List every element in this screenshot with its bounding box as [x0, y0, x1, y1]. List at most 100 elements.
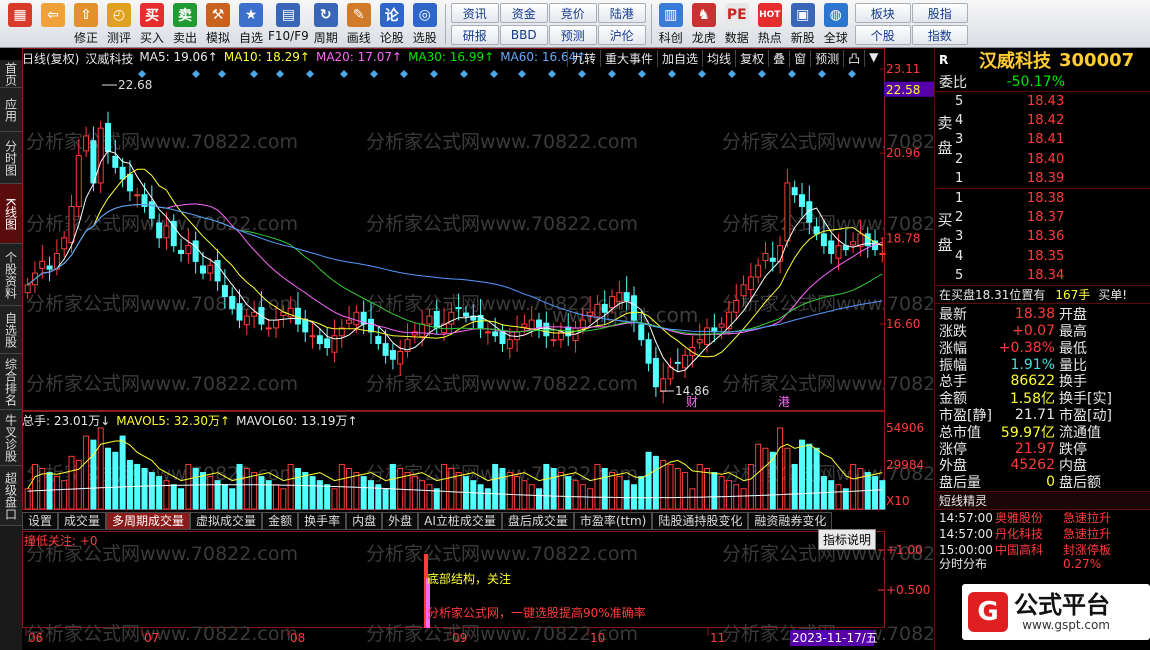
- side-tab-0[interactable]: 首页: [0, 60, 22, 88]
- event-diamond-icon[interactable]: [668, 70, 676, 78]
- toolbar-button-12[interactable]: ◎ 选股: [409, 0, 441, 47]
- short-line-item[interactable]: 14:57:00 奥雅股份 急速拉升: [935, 510, 1150, 526]
- event-diamond-icon[interactable]: [370, 70, 378, 78]
- event-diamond-icon[interactable]: [460, 70, 468, 78]
- market-link-3[interactable]: 指数: [911, 25, 968, 45]
- indicator-tab-1[interactable]: 成交量: [58, 512, 107, 530]
- sell-row[interactable]: 4 18.42: [935, 111, 1150, 130]
- indicator-tab-5[interactable]: 换手率: [298, 512, 347, 530]
- short-line-item[interactable]: 15:00:00 中国高科 封涨停板: [935, 542, 1150, 558]
- chart-tool-8[interactable]: 凸: [843, 50, 864, 67]
- side-tab-4[interactable]: 个股资料: [0, 244, 22, 306]
- event-diamond-icon[interactable]: [788, 70, 796, 78]
- indicator-tab-3[interactable]: 虚拟成交量: [190, 512, 263, 530]
- market-link-2[interactable]: 个股: [854, 25, 911, 45]
- chart-tool-2[interactable]: 加自选: [657, 50, 702, 67]
- side-tab-8[interactable]: 超级盘口: [0, 466, 22, 526]
- toolbar-button-0[interactable]: ▦: [4, 0, 36, 47]
- sell-row[interactable]: 2 18.40: [935, 150, 1150, 169]
- side-tab-1[interactable]: 应用: [0, 88, 22, 132]
- indicator-tab-4[interactable]: 金额: [262, 512, 299, 530]
- quick-link-5[interactable]: BBD: [499, 25, 548, 45]
- event-diamond-icon[interactable]: [218, 70, 226, 78]
- event-diamond-icon[interactable]: [698, 70, 706, 78]
- chart-tool-3[interactable]: 均线: [702, 50, 735, 67]
- event-diamond-icon[interactable]: [578, 70, 586, 78]
- indicator-tab-0[interactable]: 设置: [22, 512, 59, 530]
- event-diamond-icon[interactable]: [548, 70, 556, 78]
- event-diamond-icon[interactable]: [340, 70, 348, 78]
- indicator-explain-button[interactable]: 指标说明: [818, 529, 877, 550]
- toolbar-button-9[interactable]: ↻ 周期: [310, 0, 342, 47]
- indicator-tab-2[interactable]: 多周期成交量: [106, 512, 191, 530]
- kline-chart-svg[interactable]: 分析家公式网www.70822.com 分析家公式网www.70822.com 分析…: [22, 48, 934, 648]
- toolbar2-button-0[interactable]: ▥ 科创: [655, 0, 687, 47]
- side-tab-2[interactable]: 分时图: [0, 132, 22, 184]
- side-tab-5[interactable]: 自选股: [0, 306, 22, 354]
- toolbar-button-5[interactable]: 卖卖出: [169, 0, 201, 47]
- sell-row[interactable]: 5 18.43: [935, 92, 1150, 111]
- chart-tool-7[interactable]: 预测: [810, 50, 843, 67]
- quick-link-7[interactable]: 沪伦: [597, 25, 646, 45]
- quick-link-1[interactable]: 资金: [499, 3, 548, 23]
- toolbar-button-11[interactable]: 论论股: [376, 0, 408, 47]
- chart-tool-0[interactable]: 九转: [567, 50, 600, 67]
- side-tab-6[interactable]: 综合排名: [0, 354, 22, 410]
- indicator-tab-6[interactable]: 内盘: [346, 512, 383, 530]
- toolbar-button-1[interactable]: ⇦: [37, 0, 69, 47]
- event-diamond-icon[interactable]: [490, 70, 498, 78]
- chart-tool-1[interactable]: 重大事件: [600, 50, 657, 67]
- indicator-tab-12[interactable]: 融资融券变化: [748, 512, 833, 530]
- toolbar-button-7[interactable]: ★ 自选: [235, 0, 267, 47]
- event-diamond-icon[interactable]: [306, 70, 314, 78]
- toolbar-button-2[interactable]: ⇧ 修正: [70, 0, 102, 47]
- event-diamond-icon[interactable]: [758, 70, 766, 78]
- toolbar2-button-2[interactable]: PE 数据: [721, 0, 753, 47]
- event-diamond-icon[interactable]: [192, 70, 200, 78]
- side-tab-3[interactable]: K线图: [0, 184, 22, 244]
- toolbar-button-10[interactable]: ✎ 画线: [343, 0, 375, 47]
- toolbar-button-6[interactable]: ⚒ 模拟: [202, 0, 234, 47]
- kline-chart-area[interactable]: 分析家公式网www.70822.com 分析家公式网www.70822.com 分析…: [22, 48, 934, 648]
- chart-tool-4[interactable]: 复权: [735, 50, 768, 67]
- chart-tool-9[interactable]: ▼: [864, 50, 882, 67]
- short-line-item[interactable]: 14:57:00 丹化科技 急速拉升: [935, 526, 1150, 542]
- buy-row[interactable]: 1 18.38: [935, 189, 1150, 208]
- toolbar-button-8[interactable]: ▤ F10/F9: [268, 0, 309, 47]
- toolbar2-button-1[interactable]: ♞ 龙虎: [688, 0, 720, 47]
- toolbar-button-4[interactable]: 买买入: [136, 0, 168, 47]
- event-diamond-icon[interactable]: [400, 70, 408, 78]
- event-diamond-icon[interactable]: [276, 70, 284, 78]
- toolbar2-button-5[interactable]: ◍ 全球: [820, 0, 852, 47]
- market-link-0[interactable]: 板块: [854, 3, 911, 23]
- quick-link-6[interactable]: 预测: [548, 25, 597, 45]
- short-line-title[interactable]: 短线精灵: [935, 492, 987, 509]
- quick-link-3[interactable]: 陆港: [597, 3, 646, 23]
- chart-tool-5[interactable]: 叠: [768, 50, 789, 67]
- quick-link-0[interactable]: 资讯: [450, 3, 499, 23]
- event-diamond-icon[interactable]: [518, 70, 526, 78]
- indicator-tab-10[interactable]: 市盈率(ttm): [573, 512, 653, 530]
- sell-row[interactable]: 1 18.39: [935, 169, 1150, 188]
- event-diamond-icon[interactable]: [848, 70, 856, 78]
- event-diamond-icon[interactable]: [608, 70, 616, 78]
- indicator-tab-8[interactable]: AI立桩成交量: [418, 512, 502, 530]
- toolbar2-button-4[interactable]: ▣ 新股: [787, 0, 819, 47]
- market-link-1[interactable]: 股指: [911, 3, 968, 23]
- indicator-tab-11[interactable]: 陆股通持股变化: [652, 512, 749, 530]
- indicator-tab-7[interactable]: 外盘: [382, 512, 419, 530]
- chart-tool-6[interactable]: 窗: [789, 50, 810, 67]
- toolbar2-button-3[interactable]: HOT 热点: [754, 0, 786, 47]
- sell-row[interactable]: 3 18.41: [935, 130, 1150, 149]
- buy-row[interactable]: 3 18.36: [935, 227, 1150, 246]
- event-diamond-icon[interactable]: [250, 70, 258, 78]
- indicator-tab-9[interactable]: 盘后成交量: [501, 512, 574, 530]
- event-diamond-icon[interactable]: [818, 70, 826, 78]
- quick-link-2[interactable]: 竞价: [548, 3, 597, 23]
- event-diamond-icon[interactable]: [430, 70, 438, 78]
- buy-row[interactable]: 2 18.37: [935, 208, 1150, 227]
- buy-row[interactable]: 4 18.35: [935, 247, 1150, 266]
- event-diamond-icon[interactable]: [138, 70, 146, 78]
- side-tab-7[interactable]: 牛叉诊股: [0, 410, 22, 466]
- buy-row[interactable]: 5 18.34: [935, 266, 1150, 285]
